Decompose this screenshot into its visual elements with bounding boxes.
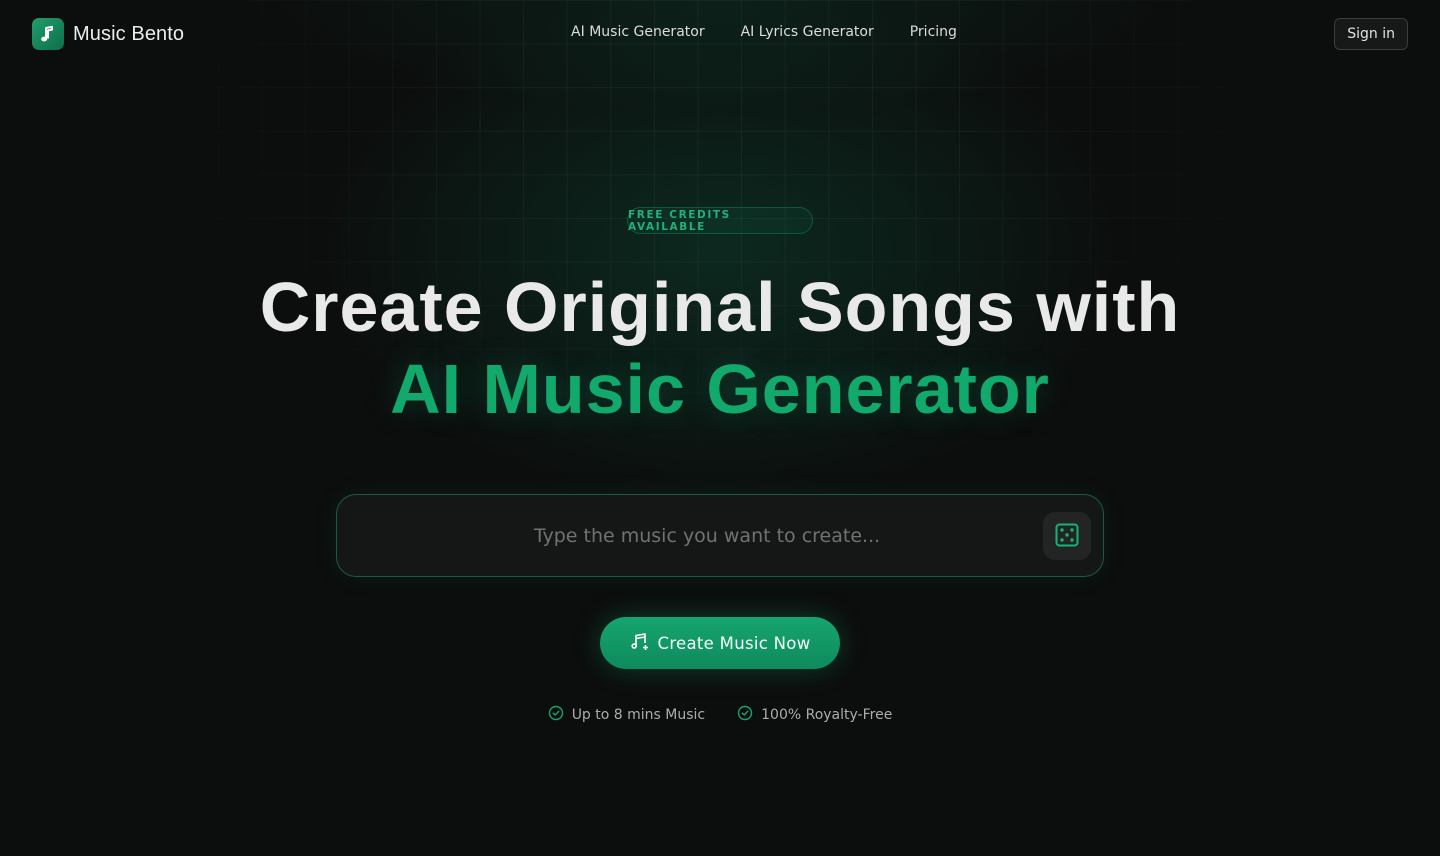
music-note-plus-icon [630,631,650,655]
free-credits-badge: FREE CREDITS AVAILABLE [627,207,813,234]
hero-title-line1: Create Original Songs with [259,268,1181,346]
create-music-button[interactable]: Create Music Now [600,617,840,669]
check-circle-icon [737,705,753,725]
sign-in-button[interactable]: Sign in [1334,18,1408,50]
feature-label: Up to 8 mins Music [571,707,706,723]
landing-page: Music Bento AI Music Generator AI Lyrics… [0,0,1440,856]
nav-ai-lyrics-generator[interactable]: AI Lyrics Generator [741,24,874,40]
hero-title: Create Original Songs with AI Music Gene… [0,266,1440,430]
create-music-label: Create Music Now [657,633,811,653]
feature-item: Up to 8 mins Music [548,705,705,725]
random-prompt-button[interactable] [1043,512,1091,560]
feature-label: 100% Royalty-Free [761,707,893,723]
nav-pricing[interactable]: Pricing [910,24,957,40]
feature-list: Up to 8 mins Music 100% Royalty-Free [0,705,1440,725]
music-prompt-box [336,494,1104,577]
site-header: Music Bento AI Music Generator AI Lyrics… [0,0,1440,68]
nav-ai-music-generator[interactable]: AI Music Generator [571,24,705,40]
check-circle-icon [548,705,564,725]
hero-title-line2: AI Music Generator [390,350,1050,428]
music-prompt-input[interactable] [357,495,1057,576]
feature-item: 100% Royalty-Free [737,705,892,725]
dice-icon [1054,522,1080,551]
main-nav: AI Music Generator AI Lyrics Generator P… [0,24,1440,40]
